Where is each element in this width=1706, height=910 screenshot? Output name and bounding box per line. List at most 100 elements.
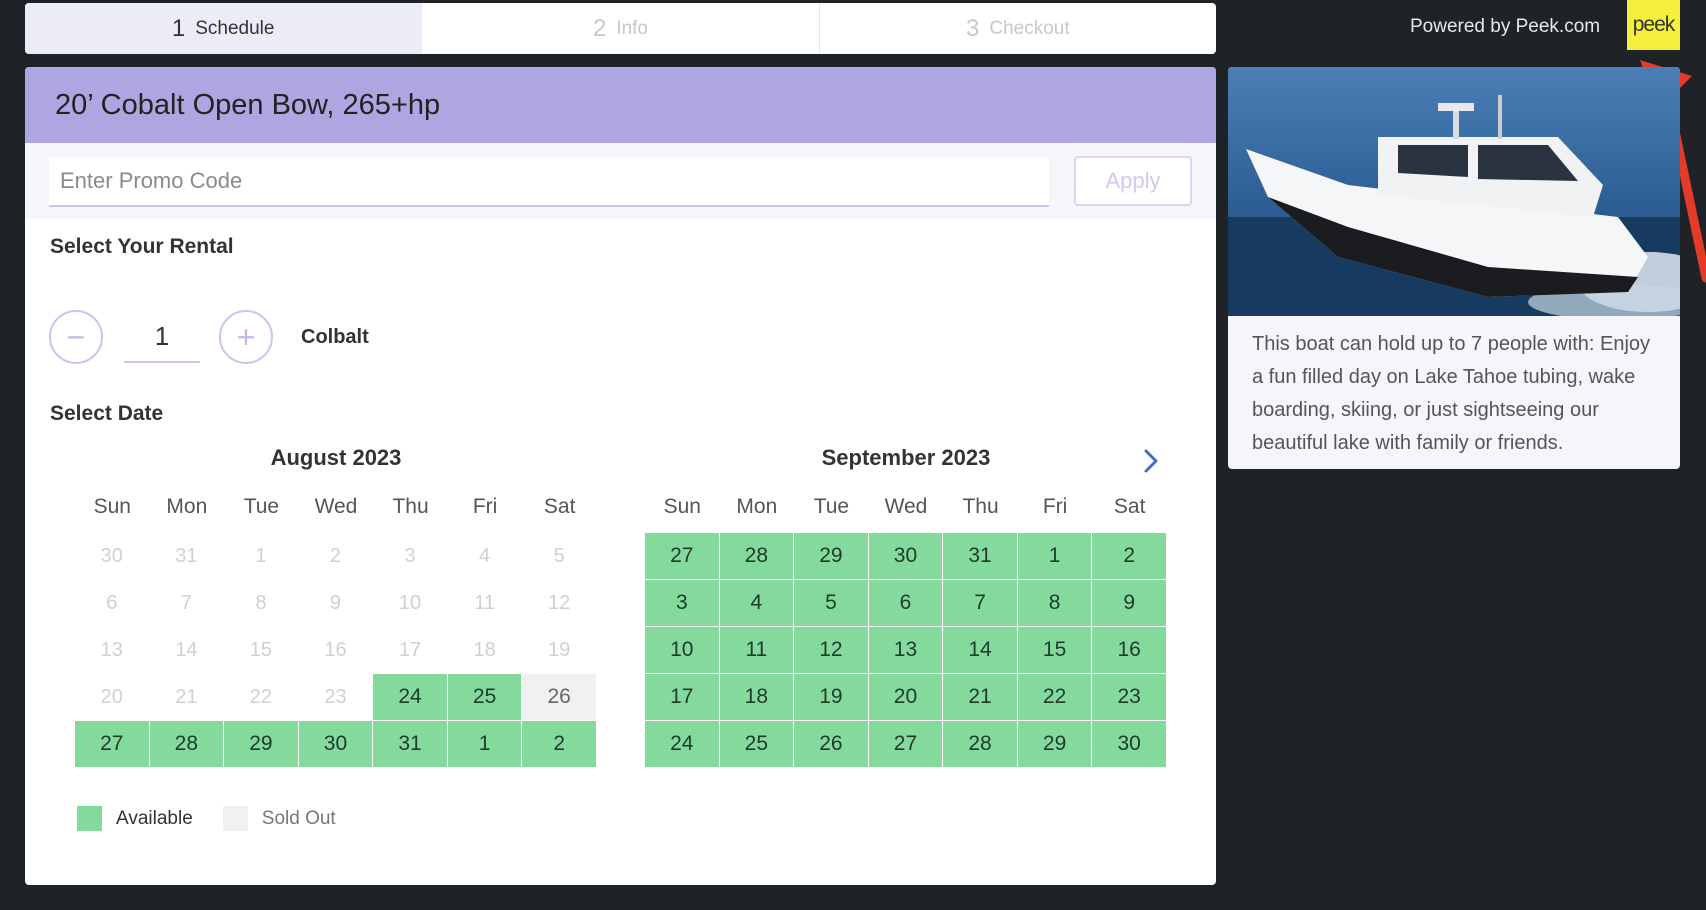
step-number: 3 (966, 14, 980, 42)
product-card: This boat can hold up to 7 people with: … (1228, 67, 1680, 469)
calendar-day[interactable]: 13 (868, 627, 943, 673)
calendar-day: 1 (255, 544, 267, 567)
calendar-day[interactable]: 26 (794, 721, 868, 767)
boat-illustration (1228, 67, 1680, 316)
calendar-day[interactable]: 27 (868, 721, 943, 767)
decrease-button[interactable]: − (49, 310, 103, 364)
increase-button[interactable]: + (219, 310, 273, 364)
calendar-day[interactable]: 28 (943, 721, 1017, 767)
weekday-header: Sun Mon Tue Wed Thu Fri Sat (75, 495, 597, 529)
calendar-day: 15 (249, 638, 273, 661)
calendar-day[interactable]: 31 (373, 721, 447, 767)
boat-image (1228, 67, 1680, 316)
legend-label: Available (116, 807, 193, 829)
legend-label: Sold Out (261, 807, 336, 829)
calendar-day[interactable]: 24 (645, 721, 719, 767)
calendar-day[interactable]: 24 (373, 674, 447, 720)
calendar-day[interactable]: 30 (868, 533, 943, 579)
calendar-day[interactable]: 29 (1017, 721, 1092, 767)
calendar-day: 17 (398, 638, 422, 661)
calendar-day: 26 (522, 674, 596, 720)
legend-sold-out: Sold Out (222, 806, 336, 831)
calendar-day: 22 (249, 685, 273, 708)
calendar-september: September 2023 Sun Mon Tue Wed Thu Fri S… (645, 445, 1167, 768)
calendar-day[interactable]: 7 (943, 580, 1017, 626)
calendar-legend: Available Sold Out (77, 806, 366, 831)
calendar-day[interactable]: 31 (943, 533, 1017, 579)
calendar-day: 16 (324, 638, 347, 661)
calendar-day[interactable]: 9 (1092, 580, 1166, 626)
promo-bar: Apply (25, 143, 1216, 219)
calendar-day[interactable]: 12 (794, 627, 868, 673)
calendar-day[interactable]: 28 (149, 721, 224, 767)
calendar-day[interactable]: 14 (943, 627, 1017, 673)
powered-by-link[interactable]: Powered by Peek.com (1410, 16, 1600, 38)
calendar-day[interactable]: 25 (447, 674, 522, 720)
calendar-day: 9 (329, 591, 342, 614)
calendar-day[interactable]: 11 (719, 627, 794, 673)
step-info[interactable]: 2 Info (422, 3, 820, 54)
calendar-day[interactable]: 22 (1017, 674, 1092, 720)
calendar-day[interactable]: 2 (1092, 533, 1166, 579)
calendar-day[interactable]: 6 (868, 580, 943, 626)
weekday-label: Wed (314, 495, 358, 518)
calendar-day[interactable]: 20 (868, 674, 943, 720)
calendar-day: 21 (175, 685, 198, 708)
calendar-day[interactable]: 15 (1017, 627, 1092, 673)
product-description: This boat can hold up to 7 people with: … (1252, 333, 1651, 454)
weekday-label: Thu (392, 495, 429, 518)
product-title: 20’ Cobalt Open Bow, 265+hp (25, 67, 1216, 143)
calendar-day[interactable]: 2 (522, 721, 596, 767)
weekday-label: Sun (93, 495, 131, 518)
calendar-day[interactable]: 1 (447, 721, 522, 767)
calendar-day[interactable]: 30 (298, 721, 373, 767)
weekday-label: Tue (243, 495, 280, 518)
quantity-value[interactable]: 1 (124, 313, 200, 363)
calendar-day[interactable]: 29 (224, 721, 298, 767)
calendar-day[interactable]: 1 (1017, 533, 1092, 579)
calendar-day: 6 (106, 591, 118, 614)
calendar-day[interactable]: 19 (794, 674, 868, 720)
calendar-grid: 27 28 29 30 31 1 2 3 4 5 6 7 8 9 10 11 12 13 14 15 16 17 18 19 2… (645, 533, 1167, 768)
calendar-day[interactable]: 8 (1017, 580, 1092, 626)
step-schedule[interactable]: 1 Schedule (25, 3, 423, 54)
calendar-day[interactable]: 3 (645, 580, 719, 626)
chevron-right-icon (1144, 449, 1158, 473)
calendar-day[interactable]: 23 (1092, 674, 1166, 720)
promo-code-input[interactable] (49, 157, 1049, 207)
weekday-label: Mon (736, 495, 778, 518)
peek-logo[interactable]: peek (1627, 0, 1680, 50)
calendar-day[interactable]: 30 (1092, 721, 1166, 767)
calendar-month-title: September 2023 (821, 445, 991, 470)
calendar-day[interactable]: 10 (645, 627, 719, 673)
calendar-day[interactable]: 27 (75, 721, 149, 767)
calendar-day[interactable]: 21 (943, 674, 1017, 720)
calendar-day[interactable]: 29 (794, 533, 868, 579)
plus-icon: + (236, 319, 256, 355)
weekday-label: Thu (962, 495, 999, 518)
booking-panel: 20’ Cobalt Open Bow, 265+hp Apply Select… (25, 67, 1216, 885)
calendar-day: 20 (100, 685, 123, 708)
calendar-day[interactable]: 17 (645, 674, 719, 720)
calendar-day: 12 (548, 591, 571, 614)
weekday-label: Fri (1042, 495, 1068, 518)
calendar-day[interactable]: 4 (719, 580, 794, 626)
step-checkout[interactable]: 3 Checkout (820, 3, 1216, 54)
available-swatch (77, 806, 102, 831)
apply-button[interactable]: Apply (1074, 156, 1192, 206)
calendar-day: 3 (404, 544, 416, 567)
calendar-day[interactable]: 27 (645, 533, 719, 579)
calendar-day: 7 (180, 591, 192, 614)
calendar-day: 13 (100, 638, 123, 661)
calendar-day[interactable]: 16 (1092, 627, 1166, 673)
calendar-day[interactable]: 18 (719, 674, 794, 720)
calendar-day[interactable]: 28 (719, 533, 794, 579)
step-label: Checkout (989, 17, 1070, 39)
calendar-day: 2 (329, 544, 342, 567)
next-month-button[interactable] (1135, 445, 1167, 477)
calendar-day: 5 (553, 544, 565, 567)
step-label: Info (616, 17, 649, 39)
calendar-day[interactable]: 5 (794, 580, 868, 626)
calendar-day[interactable]: 25 (719, 721, 794, 767)
calendar-august: August 2023 Sun Mon Tue Wed Thu Fri Sat … (75, 445, 597, 768)
